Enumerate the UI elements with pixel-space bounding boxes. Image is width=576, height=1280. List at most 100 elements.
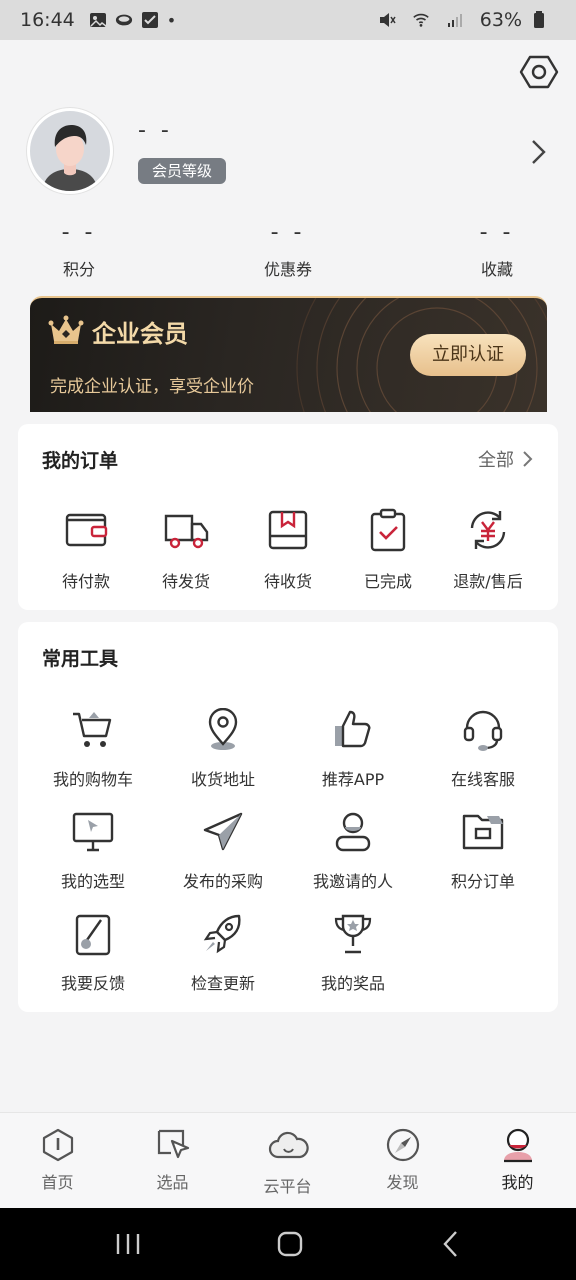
thumbs-up-icon bbox=[335, 710, 371, 748]
signal-icon bbox=[446, 11, 464, 29]
settings-button[interactable] bbox=[519, 52, 559, 92]
orders-title: 我的订单 bbox=[42, 450, 119, 472]
order-to-receive[interactable]: 待收货 bbox=[240, 506, 336, 592]
tool-label: 检查更新 bbox=[190, 974, 255, 993]
stat-favorites-label: 收藏 bbox=[480, 260, 513, 279]
back-arrow-icon bbox=[443, 1231, 457, 1257]
paper-plane-icon bbox=[203, 812, 243, 851]
tool-label: 我的选型 bbox=[60, 872, 125, 891]
stat-coupons-label: 优惠券 bbox=[263, 260, 312, 279]
tab-label: 选品 bbox=[156, 1173, 189, 1192]
wallet-icon bbox=[65, 513, 108, 547]
tool-points-orders[interactable]: 积分订单 bbox=[418, 810, 548, 892]
refund-icon bbox=[470, 511, 506, 549]
orders-all-link[interactable]: 全部 bbox=[478, 446, 534, 472]
my-orders-card: 我的订单 全部 待付款 待发货 待收货 已完成 退款/售后 bbox=[18, 424, 558, 610]
home-icon bbox=[42, 1128, 73, 1162]
rocket-icon bbox=[203, 914, 241, 954]
tab-discover[interactable]: 发现 bbox=[345, 1113, 460, 1209]
tool-label: 积分订单 bbox=[450, 872, 515, 891]
tool-cart[interactable]: 我的购物车 bbox=[28, 708, 158, 790]
status-bar: 16:44 • 63% bbox=[0, 0, 576, 40]
tool-check-update[interactable]: 检查更新 bbox=[158, 912, 288, 994]
tool-published-purchase[interactable]: 发布的采购 bbox=[158, 810, 288, 892]
bottom-tab-bar: 首页 选品 云平台 发现 我的 bbox=[0, 1112, 576, 1208]
member-level-badge[interactable]: 会员等级 bbox=[138, 158, 227, 184]
home-button[interactable] bbox=[270, 1226, 310, 1262]
tool-label: 在线客服 bbox=[450, 770, 515, 789]
tab-label: 我的 bbox=[501, 1173, 534, 1192]
stat-coupons-value: - - bbox=[270, 220, 306, 245]
stat-points[interactable]: - - 积分 bbox=[19, 220, 139, 280]
battery-icon bbox=[530, 11, 548, 29]
certify-now-button[interactable]: 立即认证 bbox=[410, 334, 526, 376]
location-pin-icon bbox=[208, 708, 238, 750]
stat-favorites[interactable]: - - 收藏 bbox=[437, 220, 557, 280]
username[interactable]: - - bbox=[138, 118, 173, 143]
enterprise-member-banner[interactable]: 企业会员 完成企业认证，享受企业价 立即认证 bbox=[30, 296, 547, 412]
order-label: 已完成 bbox=[363, 572, 412, 591]
tool-customer-service[interactable]: 在线客服 bbox=[418, 708, 548, 790]
tool-label: 推荐APP bbox=[321, 770, 385, 789]
stat-points-value: - - bbox=[61, 220, 97, 245]
folder-icon bbox=[462, 814, 504, 850]
system-navigation-bar bbox=[0, 1208, 576, 1280]
tools-title: 常用工具 bbox=[42, 648, 119, 670]
tab-label: 发现 bbox=[386, 1173, 419, 1192]
mute-icon bbox=[378, 11, 396, 29]
tool-label: 发布的采购 bbox=[182, 872, 263, 891]
stat-favorites-value: - - bbox=[479, 220, 515, 245]
order-refund[interactable]: 退款/售后 bbox=[440, 506, 536, 592]
tool-address[interactable]: 收货地址 bbox=[158, 708, 288, 790]
profile-chevron-right-icon[interactable] bbox=[526, 138, 550, 166]
wifi-icon bbox=[412, 11, 430, 29]
vip-title: 企业会员 bbox=[92, 320, 188, 348]
tool-label: 收货地址 bbox=[190, 770, 255, 789]
common-tools-card: 常用工具 我的购物车 收货地址 推荐APP 在线客服 我的选型 发布的采购 我邀… bbox=[18, 622, 558, 1012]
avatar[interactable] bbox=[27, 108, 113, 194]
status-dot: • bbox=[166, 10, 177, 30]
headset-icon bbox=[463, 710, 503, 751]
order-label: 待发货 bbox=[161, 572, 210, 591]
order-completed[interactable]: 已完成 bbox=[340, 506, 436, 592]
tool-feedback[interactable]: 我要反馈 bbox=[28, 912, 158, 994]
back-button[interactable] bbox=[432, 1226, 472, 1262]
tab-home[interactable]: 首页 bbox=[0, 1113, 115, 1209]
app-notification-icon bbox=[115, 11, 133, 29]
cart-icon bbox=[73, 712, 112, 747]
tab-label: 云平台 bbox=[263, 1177, 312, 1196]
tool-my-prizes[interactable]: 我的奖品 bbox=[288, 912, 418, 994]
tool-label: 我的购物车 bbox=[52, 770, 133, 789]
tab-label: 首页 bbox=[41, 1173, 74, 1192]
chevron-right-icon bbox=[523, 451, 533, 467]
tab-cloud-platform[interactable]: 云平台 bbox=[230, 1113, 345, 1209]
stat-coupons[interactable]: - - 优惠券 bbox=[228, 220, 348, 280]
order-label: 退款/售后 bbox=[453, 572, 523, 591]
truck-icon bbox=[164, 514, 209, 549]
order-to-ship[interactable]: 待发货 bbox=[138, 506, 234, 592]
tool-label: 我要反馈 bbox=[60, 974, 125, 993]
status-time: 16:44 bbox=[20, 9, 75, 31]
monitor-cursor-icon bbox=[72, 812, 114, 852]
tool-recommend-app[interactable]: 推荐APP bbox=[288, 708, 418, 790]
battery-percent: 63% bbox=[479, 9, 522, 31]
trophy-icon bbox=[334, 914, 372, 954]
tool-invited-people[interactable]: 我邀请的人 bbox=[288, 810, 418, 892]
order-label: 待收货 bbox=[263, 572, 312, 591]
order-label: 待付款 bbox=[61, 572, 110, 591]
tool-label: 我邀请的人 bbox=[312, 872, 393, 891]
person-icon bbox=[335, 812, 371, 852]
select-cursor-icon bbox=[157, 1129, 189, 1159]
compass-icon bbox=[386, 1128, 419, 1162]
vip-subtitle: 完成企业认证，享受企业价 bbox=[50, 377, 254, 397]
checkbox-icon bbox=[141, 11, 159, 29]
feedback-pen-icon bbox=[75, 914, 111, 956]
tab-mine[interactable]: 我的 bbox=[460, 1113, 575, 1209]
cloud-icon bbox=[268, 1131, 309, 1159]
tool-my-selection[interactable]: 我的选型 bbox=[28, 810, 158, 892]
recent-apps-icon bbox=[116, 1234, 140, 1254]
order-pending-payment[interactable]: 待付款 bbox=[38, 506, 134, 592]
recent-apps-button[interactable] bbox=[108, 1226, 148, 1262]
home-square-icon bbox=[277, 1231, 303, 1257]
tab-select[interactable]: 选品 bbox=[115, 1113, 230, 1209]
